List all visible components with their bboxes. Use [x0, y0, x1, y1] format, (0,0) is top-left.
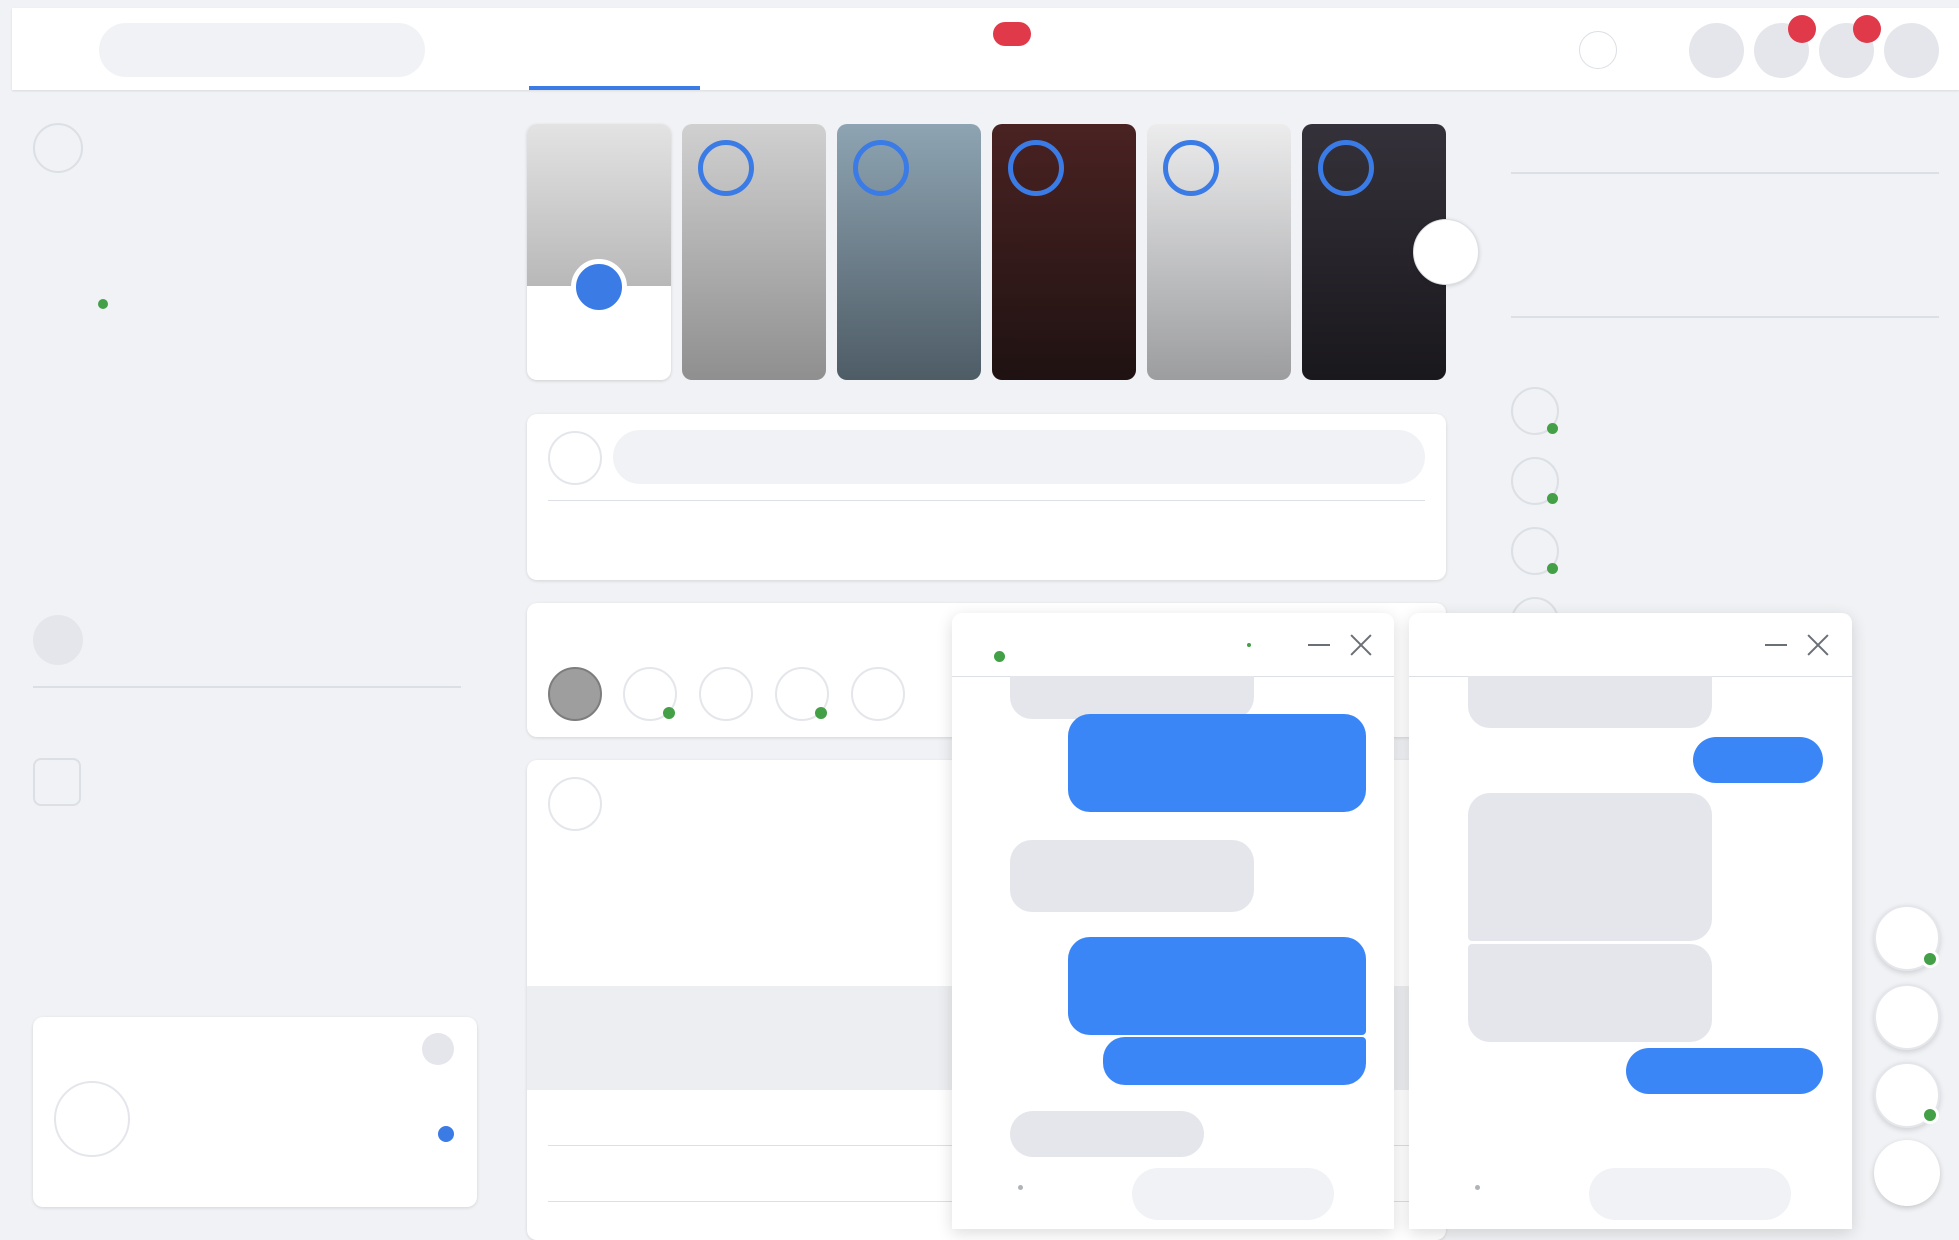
search-input[interactable]: [99, 23, 425, 77]
message-bubble-outgoing: [1693, 737, 1823, 783]
online-status-indicator: [1921, 950, 1939, 968]
online-status-indicator: [815, 707, 827, 719]
message-bubble-outgoing: [1068, 937, 1366, 1035]
composer-input[interactable]: [613, 430, 1425, 484]
active-tab-indicator: [529, 86, 700, 90]
nav-badge: [993, 22, 1031, 46]
online-status-indicator: [98, 299, 108, 309]
story-avatar-ring: [853, 140, 909, 196]
promo-avatar: [54, 1081, 130, 1157]
chat-message-input[interactable]: [1132, 1168, 1334, 1220]
composer-divider: [548, 500, 1425, 501]
sidebar-checkbox-icon[interactable]: [33, 758, 81, 806]
chat-message-input[interactable]: [1589, 1168, 1791, 1220]
post-author-avatar[interactable]: [548, 777, 602, 831]
sidebar-profile-avatar[interactable]: [33, 123, 83, 173]
promo-indicator-dot: [438, 1126, 454, 1142]
message-bubble-incoming: [1010, 676, 1254, 719]
sidebar-shortcut-icon[interactable]: [33, 615, 83, 665]
attachment-dot[interactable]: [1018, 1185, 1023, 1190]
top-header: [12, 8, 1959, 90]
online-status-indicator: [1547, 423, 1558, 434]
attachment-dot[interactable]: [1475, 1185, 1480, 1190]
online-status-indicator: [994, 651, 1005, 662]
close-icon[interactable]: [1349, 633, 1373, 657]
right-sidebar-divider: [1511, 172, 1939, 174]
story-avatar-ring: [1163, 140, 1219, 196]
stories-row: [527, 124, 1482, 380]
chat-window: [1409, 613, 1852, 1229]
menu-icon[interactable]: [1689, 23, 1744, 78]
online-status-indicator: [1547, 563, 1558, 574]
message-bubble-incoming: [1468, 944, 1712, 1042]
message-bubble-outgoing: [1626, 1048, 1823, 1094]
promo-close-icon[interactable]: [422, 1033, 454, 1065]
left-sidebar: [12, 90, 482, 1229]
room-avatar[interactable]: [851, 667, 905, 721]
story-avatar-ring: [1318, 140, 1374, 196]
active-status-dot: [1247, 643, 1251, 647]
notification-badge: [1853, 15, 1881, 43]
message-bubble-incoming: [1010, 840, 1254, 912]
sidebar-divider: [33, 686, 461, 688]
create-room-icon[interactable]: [548, 667, 602, 721]
minimize-icon[interactable]: [1765, 644, 1787, 646]
story-avatar-ring: [1008, 140, 1064, 196]
add-story-icon[interactable]: [571, 259, 627, 315]
online-status-indicator: [663, 707, 675, 719]
message-bubble-incoming: [1010, 1111, 1204, 1157]
room-avatar[interactable]: [699, 667, 753, 721]
message-bubble-incoming: [1468, 676, 1712, 728]
message-bubble-outgoing: [1103, 1037, 1366, 1085]
story-card[interactable]: [837, 124, 981, 380]
create-story-card[interactable]: [527, 124, 671, 380]
post-composer: [527, 414, 1446, 580]
composer-avatar: [548, 431, 602, 485]
chat-header[interactable]: [952, 613, 1394, 677]
profile-avatar-small[interactable]: [1579, 31, 1617, 69]
account-icon[interactable]: [1884, 23, 1939, 78]
message-bubble-outgoing: [1068, 714, 1366, 812]
stories-next-arrow-icon[interactable]: [1413, 219, 1479, 285]
chat-window: [952, 613, 1394, 1229]
story-avatar-ring: [698, 140, 754, 196]
sidebar-promo-card[interactable]: [33, 1017, 477, 1207]
story-card[interactable]: [1147, 124, 1291, 380]
story-card[interactable]: [682, 124, 826, 380]
message-bubble-incoming: [1468, 793, 1712, 941]
online-status-indicator: [1547, 493, 1558, 504]
notification-badge: [1788, 15, 1816, 43]
chat-head-avatar[interactable]: [1874, 984, 1940, 1050]
online-status-indicator: [1921, 1106, 1939, 1124]
close-icon[interactable]: [1806, 633, 1830, 657]
new-message-button[interactable]: [1874, 1140, 1940, 1206]
story-card[interactable]: [992, 124, 1136, 380]
minimize-icon[interactable]: [1308, 644, 1330, 646]
chat-header[interactable]: [1409, 613, 1852, 677]
right-sidebar-divider: [1511, 316, 1939, 318]
